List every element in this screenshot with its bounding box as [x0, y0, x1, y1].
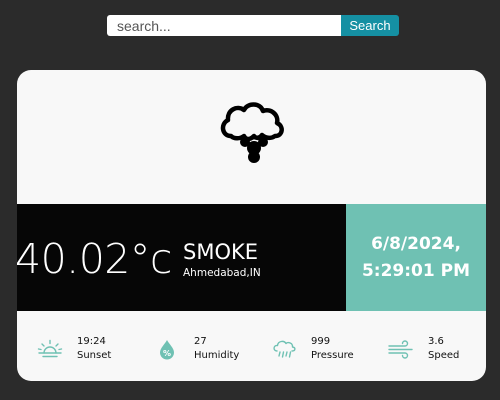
- humidity-value: 27: [194, 336, 207, 347]
- current-conditions: 40.02°c SMOKE Ahmedabad,IN: [17, 204, 346, 311]
- date: 6/8/2024,: [371, 233, 461, 254]
- speed-value: 3.6: [428, 336, 444, 347]
- sunset-label: Sunset: [77, 350, 112, 361]
- search-input[interactable]: [107, 15, 341, 36]
- svg-text:%: %: [163, 349, 171, 358]
- search-button[interactable]: Search: [341, 15, 399, 36]
- weather-condition: SMOKE: [183, 240, 259, 264]
- wind-icon: [388, 340, 413, 359]
- humidity-label: Humidity: [194, 350, 240, 361]
- pressure-value: 999: [311, 336, 331, 347]
- weather-icon-area: [17, 70, 486, 204]
- search-bar: Search: [107, 15, 399, 36]
- sunset-icon: [37, 339, 63, 358]
- speed-label: Speed: [428, 350, 460, 361]
- location: Ahmedabad,IN: [183, 267, 261, 279]
- cloud-icon: [220, 102, 284, 163]
- datetime-panel: 6/8/2024, 5:29:01 PM: [346, 204, 486, 311]
- temperature: 40.02°c: [17, 235, 172, 283]
- time: 5:29:01 PM: [361, 260, 471, 281]
- weather-card: 40.02°c SMOKE Ahmedabad,IN 6/8/2024, 5:2…: [17, 70, 486, 381]
- pressure-label: Pressure: [311, 350, 354, 361]
- pressure-icon: [273, 340, 296, 358]
- weather-summary-band: 40.02°c SMOKE Ahmedabad,IN 6/8/2024, 5:2…: [17, 204, 486, 311]
- sunset-value: 19:24: [77, 336, 106, 347]
- humidity-icon: %: [160, 340, 174, 360]
- weather-stats: 19:24 Sunset % 27 Humidity 999 Pressure …: [17, 311, 486, 381]
